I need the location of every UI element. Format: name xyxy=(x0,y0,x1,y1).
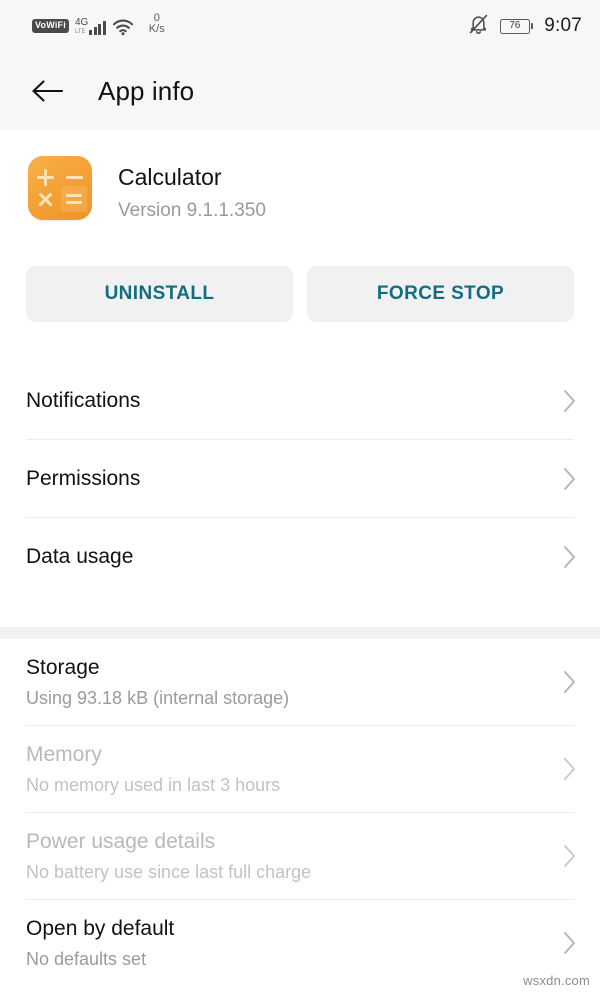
bell-muted-icon xyxy=(468,13,489,40)
status-bar-clock: 9:07 xyxy=(544,15,582,36)
chevron-right-icon xyxy=(562,544,578,570)
row-subtitle: No battery use since last full charge xyxy=(26,862,312,882)
calculator-app-icon xyxy=(28,156,92,220)
row-subtitle: No memory used in last 3 hours xyxy=(26,775,281,795)
row-title: Storage xyxy=(26,655,100,679)
settings-section-primary: Notifications Permissions Data usage xyxy=(0,362,600,595)
arrow-left-icon xyxy=(32,80,64,102)
app-version: Version 9.1.1.350 xyxy=(118,200,266,222)
uninstall-button[interactable]: UNINSTALL xyxy=(26,266,293,322)
cellular-signal-icon: 4G LTE xyxy=(74,16,106,35)
chevron-right-icon xyxy=(562,930,578,956)
row-data-usage[interactable]: Data usage xyxy=(0,518,600,595)
row-title: Power usage details xyxy=(26,829,216,853)
row-notifications[interactable]: Notifications xyxy=(0,362,600,439)
row-storage[interactable]: Storage Using 93.18 kB (internal storage… xyxy=(0,639,600,725)
row-title: Notifications xyxy=(26,388,141,412)
app-name: Calculator xyxy=(118,164,222,190)
row-title: Permissions xyxy=(26,466,141,490)
signal-bars-icon xyxy=(89,20,106,35)
row-permissions[interactable]: Permissions xyxy=(0,440,600,517)
section-separator xyxy=(0,627,600,639)
row-subtitle: No defaults set xyxy=(26,949,147,969)
chevron-right-icon xyxy=(562,388,578,414)
app-meta: Calculator Version 9.1.1.350 xyxy=(118,156,266,225)
chevron-right-icon xyxy=(562,466,578,492)
network-speed-unit: K/s xyxy=(148,23,165,36)
chevron-right-icon xyxy=(562,756,578,782)
row-subtitle: Using 93.18 kB (internal storage) xyxy=(26,688,290,708)
force-stop-button[interactable]: FORCE STOP xyxy=(307,266,574,322)
row-open-by-default[interactable]: Open by default No defaults set xyxy=(0,900,600,986)
status-bar-right: 76 9:07 xyxy=(468,0,582,52)
watermark: wsxdn.com xyxy=(523,973,590,988)
battery-icon: 76 xyxy=(499,18,534,34)
app-header: Calculator Version 9.1.1.350 xyxy=(0,130,600,270)
network-type-label: 4G xyxy=(74,16,89,28)
app-info-screen: VoWiFi 4G LTE 0 K/s 76 9:07 App info Cal… xyxy=(0,0,600,994)
chevron-right-icon xyxy=(562,669,578,695)
row-memory[interactable]: Memory No memory used in last 3 hours xyxy=(0,726,600,812)
page-title: App info xyxy=(98,75,195,106)
row-title: Open by default xyxy=(26,916,175,940)
network-subtype-label: LTE xyxy=(74,28,86,35)
status-bar: VoWiFi 4G LTE 0 K/s 76 9:07 xyxy=(0,0,600,52)
chevron-right-icon xyxy=(562,843,578,869)
row-power-usage-details[interactable]: Power usage details No battery use since… xyxy=(0,813,600,899)
row-title: Data usage xyxy=(26,544,134,568)
settings-section-secondary: Storage Using 93.18 kB (internal storage… xyxy=(0,639,600,986)
app-bar: App info xyxy=(0,52,600,130)
action-buttons: UNINSTALL FORCE STOP xyxy=(0,266,600,322)
vowifi-icon: VoWiFi xyxy=(32,18,69,33)
wifi-icon xyxy=(112,19,134,41)
status-bar-left: VoWiFi 4G LTE 0 K/s xyxy=(32,12,165,41)
back-button[interactable] xyxy=(28,71,68,111)
network-speed-indicator: 0 K/s xyxy=(148,12,165,36)
row-title: Memory xyxy=(26,742,102,766)
battery-level-label: 76 xyxy=(509,20,521,31)
